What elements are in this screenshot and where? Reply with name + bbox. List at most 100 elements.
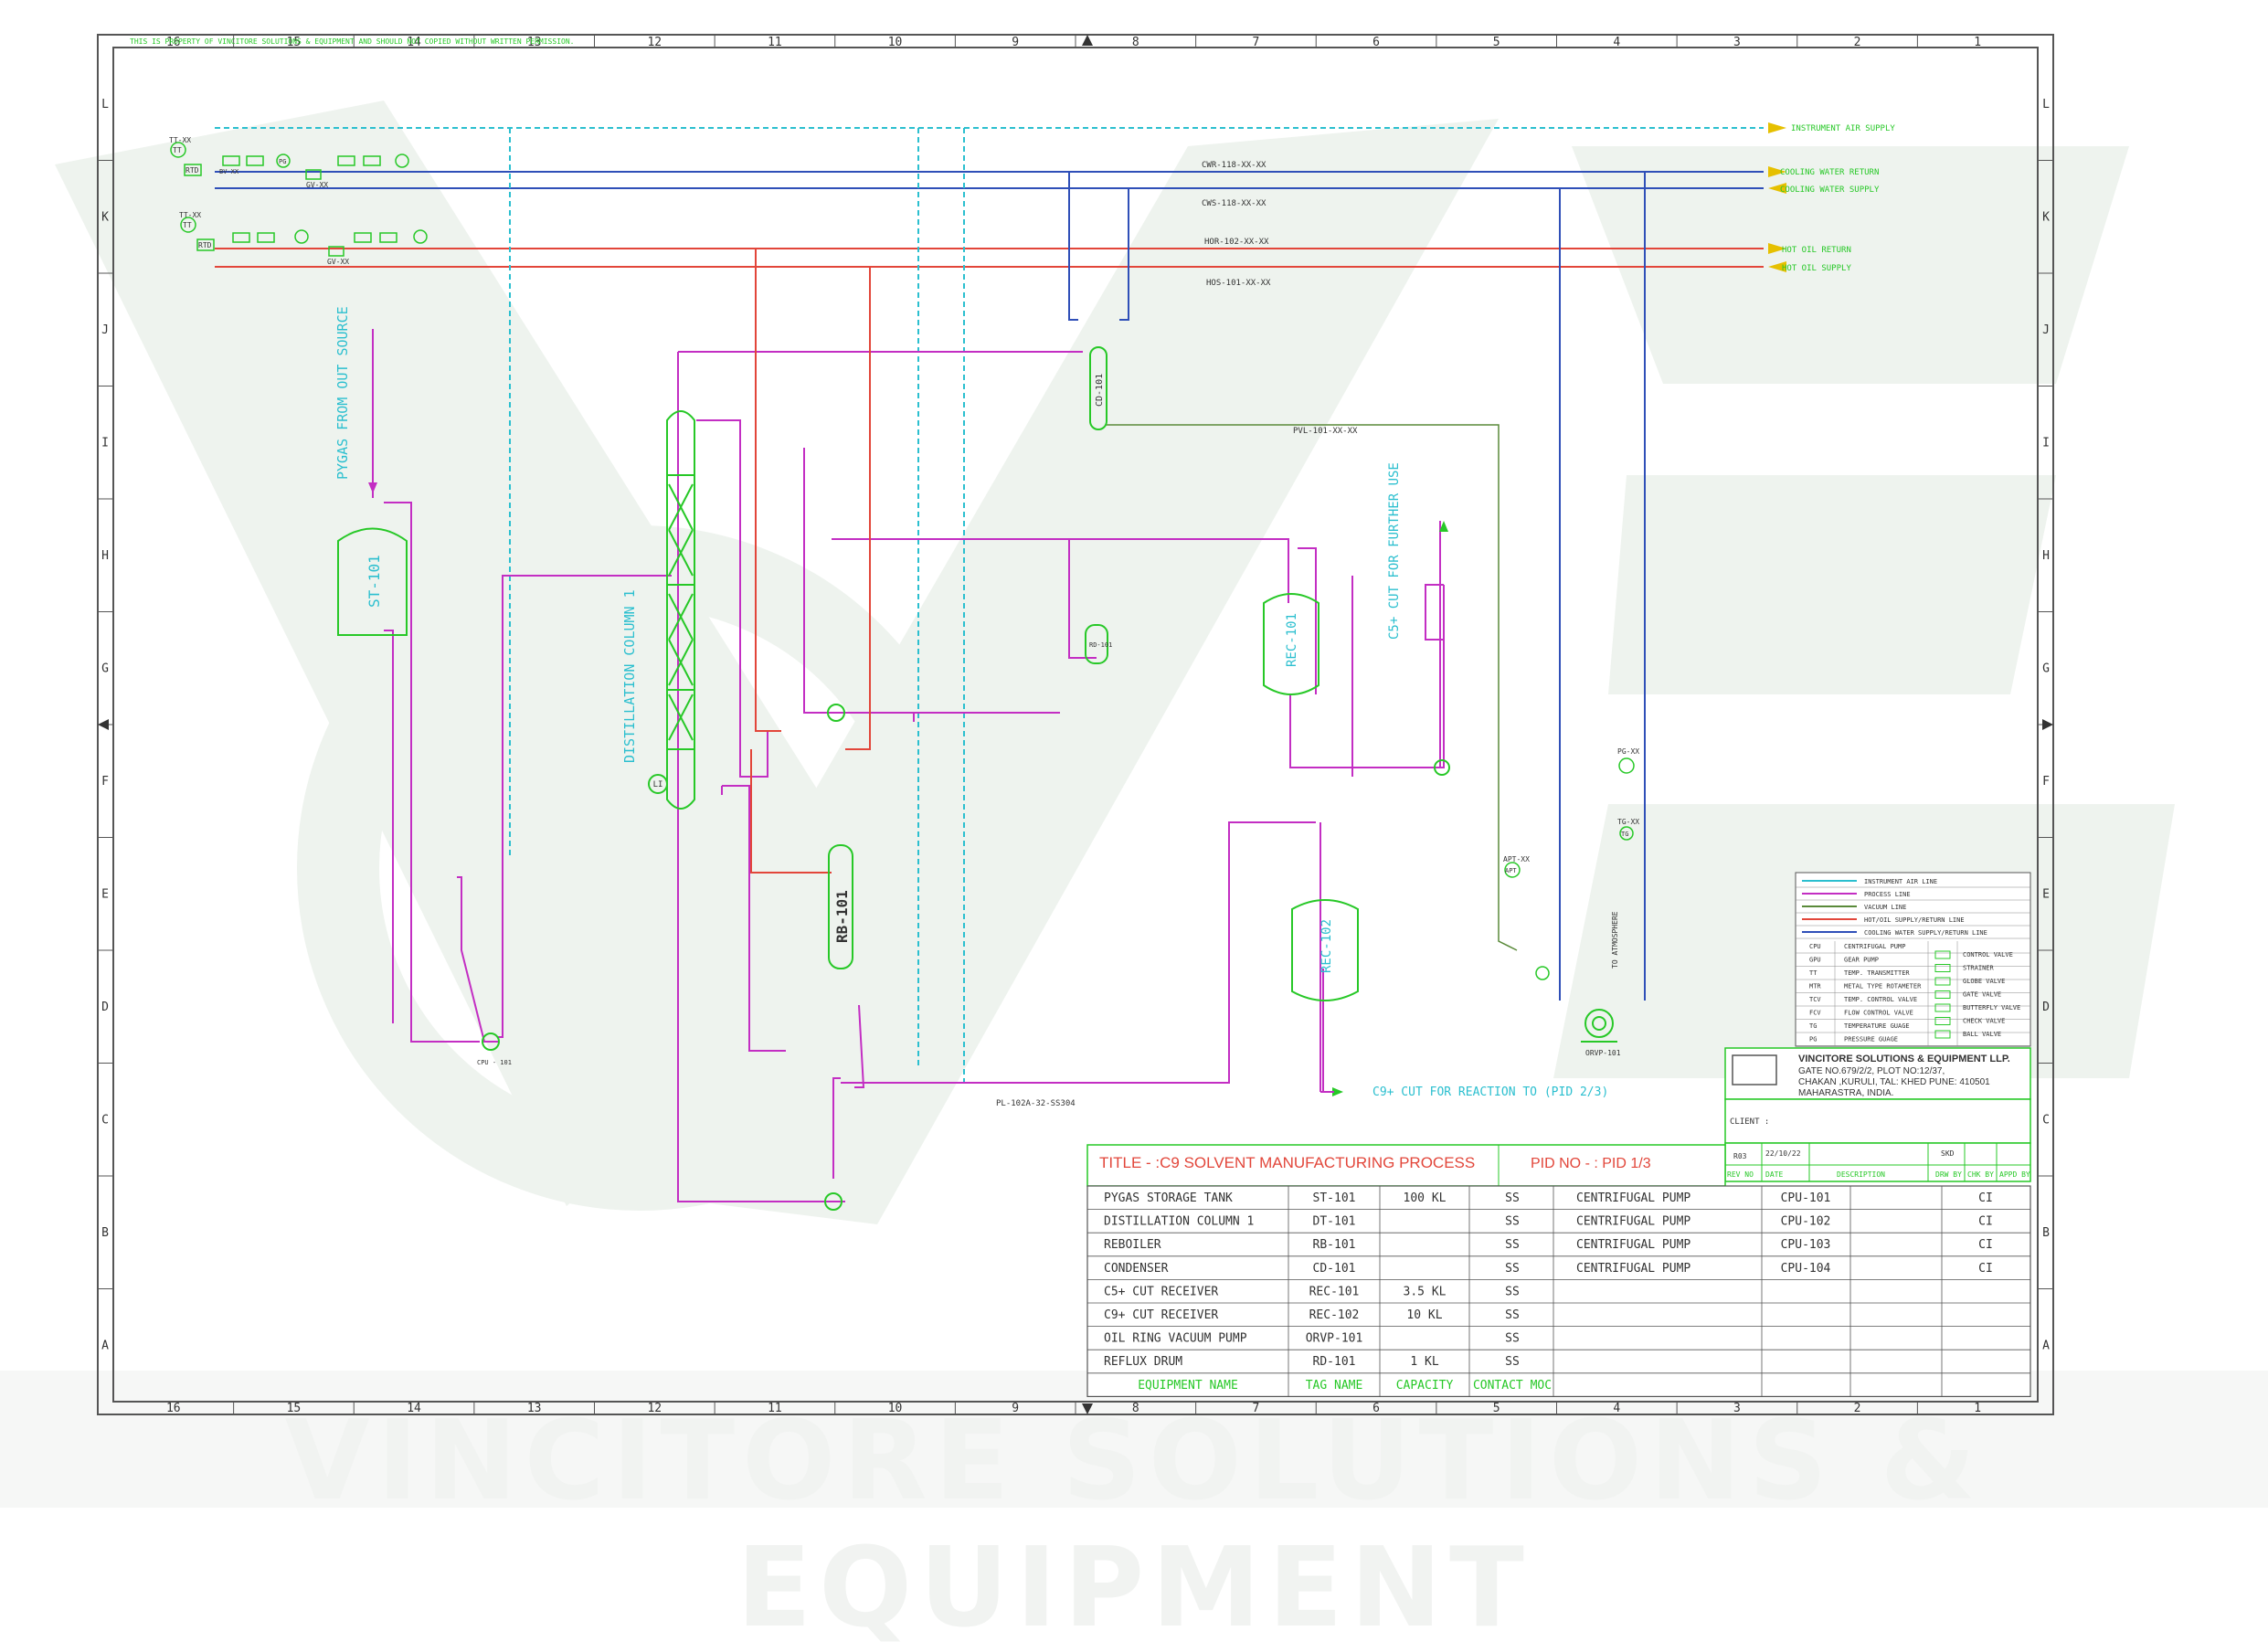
vacuum-pump-orvp101 bbox=[1581, 1009, 1617, 1043]
grid-column-label-bottom: 6 bbox=[1372, 1402, 1380, 1415]
pump-moc-cell: CI bbox=[1978, 1238, 1993, 1252]
client-label: CLIENT : bbox=[1730, 1117, 1769, 1127]
equipment-moc-cell: SS bbox=[1505, 1285, 1520, 1298]
pump-tag-cell: CPU-101 bbox=[1781, 1191, 1831, 1205]
grid-row-label-right: F bbox=[2042, 775, 2050, 789]
equipment-name-cell: C9+ CUT RECEIVER bbox=[1104, 1308, 1218, 1322]
legend-abbr-desc: TEMP. TRANSMITTER bbox=[1844, 969, 1910, 977]
legend-abbr-desc: FLOW CONTROL VALVE bbox=[1844, 1010, 1913, 1017]
label-rb101: RB-101 bbox=[833, 890, 851, 943]
equipment-tag-cell: RB-101 bbox=[1313, 1238, 1356, 1252]
pump-name-cell: CENTRIFUGAL PUMP bbox=[1576, 1238, 1690, 1252]
revision-date: 22/10/22 bbox=[1765, 1149, 1801, 1158]
grid-row-label-right: D bbox=[2042, 1001, 2050, 1014]
distillation-column-dt101 bbox=[648, 410, 695, 810]
gv-tag-1: GV-XX bbox=[306, 181, 328, 189]
equipment-name-cell: REFLUX DRUM bbox=[1104, 1355, 1182, 1369]
equipment-tag-cell: CD-101 bbox=[1313, 1262, 1356, 1276]
label-pygas-source: PYGAS FROM OUT SOURCE bbox=[334, 306, 351, 480]
equipment-name-cell: OIL RING VACUUM PUMP bbox=[1104, 1332, 1247, 1346]
legend-abbr-code: TG bbox=[1809, 1022, 1817, 1030]
label-hot-oil-supply: HOT OIL SUPPLY bbox=[1782, 264, 1851, 273]
legend-abbr-desc: GEAR PUMP bbox=[1844, 957, 1879, 964]
equipment-moc-cell: SS bbox=[1505, 1332, 1520, 1346]
equipment-moc-cell: SS bbox=[1505, 1308, 1520, 1322]
grid-row-label-left: A bbox=[101, 1339, 109, 1352]
legend-abbr-code: FCV bbox=[1809, 1010, 1821, 1017]
company-address-1: GATE NO.679/2/2, PLOT NO:12/37, bbox=[1798, 1066, 1945, 1076]
grid-row-label-left: G bbox=[101, 662, 109, 675]
legend-line-label: PROCESS LINE bbox=[1864, 891, 1911, 898]
legend-abbr-code: TCV bbox=[1809, 996, 1821, 1003]
pump-name-cell: CENTRIFUGAL PUMP bbox=[1576, 1215, 1690, 1229]
property-notice: THIS IS PROPERTY OF VINCITORE SOLUTIONS … bbox=[130, 37, 574, 46]
tt-label-2: TT bbox=[183, 221, 192, 229]
legend-abbr-desc: TEMPERATURE GUAGE bbox=[1844, 1022, 1910, 1030]
revision-header-label: REV NO bbox=[1727, 1170, 1754, 1179]
grid-row-label-right: E bbox=[2042, 887, 2050, 901]
company-address-3: MAHARASTRA, INDIA. bbox=[1798, 1088, 1893, 1098]
legend-box: INSTRUMENT AIR LINE PROCESS LINE VACUUM LI… bbox=[1795, 872, 2031, 1047]
process-lines bbox=[372, 329, 1445, 1202]
equipment-table: PYGAS STORAGE TANK ST-101 100 KL SS DISTILLA… bbox=[1086, 1185, 2031, 1397]
temperature-instrument-cluster-2 bbox=[180, 217, 428, 257]
legend-line-label: HOT/OIL SUPPLY/RETURN LINE bbox=[1864, 916, 1965, 924]
grid-row-label-right: B bbox=[2042, 1226, 2050, 1240]
equipment-moc-cell: SS bbox=[1505, 1215, 1520, 1229]
utility-lines bbox=[215, 127, 1764, 268]
legend-valve-label: STRAINER bbox=[1963, 965, 1995, 972]
tg-tag-right: TG-XX bbox=[1617, 818, 1639, 826]
grid-column-label-top: 3 bbox=[1733, 36, 1741, 49]
label-distillation-column: DISTILLATION COLUMN 1 bbox=[621, 589, 638, 763]
grid-row-label-left: I bbox=[101, 436, 109, 450]
label-rd101: RD-101 bbox=[1089, 641, 1112, 649]
pg-label-1: PG bbox=[279, 158, 286, 165]
grid-column-label-top: 11 bbox=[768, 36, 782, 49]
grid-column-label-bottom: 11 bbox=[768, 1402, 782, 1415]
legend-abbr-code: TT bbox=[1809, 969, 1818, 977]
legend-abbr-desc: METAL TYPE ROTAMETER bbox=[1844, 983, 1922, 990]
revision-number: R03 bbox=[1733, 1152, 1747, 1160]
pump-name-cell: CENTRIFUGAL PUMP bbox=[1576, 1191, 1690, 1205]
equipment-tag-cell: DT-101 bbox=[1313, 1215, 1356, 1229]
grid-row-label-left: K bbox=[101, 210, 109, 224]
equipment-moc-cell: SS bbox=[1505, 1238, 1520, 1252]
tag-hos: HOS-101-XX-XX bbox=[1206, 279, 1271, 288]
grid-column-label-bottom: 15 bbox=[287, 1402, 302, 1415]
equipment-tag-cell: REC-101 bbox=[1309, 1285, 1360, 1298]
equipment-name-cell: REBOILER bbox=[1104, 1238, 1161, 1252]
equipment-capacity-cell: 1 KL bbox=[1410, 1355, 1438, 1369]
grid-column-label-top: 10 bbox=[888, 36, 903, 49]
level-indicator-label: LI bbox=[653, 780, 663, 789]
legend-valve-label: CHECK VALVE bbox=[1963, 1018, 2005, 1025]
label-to-atmosphere: TO ATMOSPHERE bbox=[1611, 911, 1619, 969]
grid-row-label-left: L bbox=[101, 98, 109, 111]
grid-row-label-right: I bbox=[2042, 436, 2050, 450]
grid-column-label-bottom: 3 bbox=[1733, 1402, 1741, 1415]
label-cooling-water-return: COOLING WATER RETURN bbox=[1780, 168, 1879, 177]
grid-column-label-bottom: 9 bbox=[1012, 1402, 1019, 1415]
legend-abbr-desc: CENTRIFUGAL PUMP bbox=[1844, 943, 1905, 950]
label-c9-cut: C9+ CUT FOR REACTION TO (PID 2/3) bbox=[1372, 1085, 1608, 1099]
tag-hor: HOR-102-XX-XX bbox=[1204, 238, 1269, 247]
grid-row-label-left: H bbox=[101, 549, 109, 563]
tag-process-line: PL-102A-32-SS304 bbox=[996, 1099, 1076, 1108]
grid-column-label-bottom: 13 bbox=[527, 1402, 542, 1415]
bv-tag-1: BV-XX bbox=[219, 168, 239, 175]
label-rec102: REC-102 bbox=[1319, 919, 1334, 973]
grid-row-label-right: H bbox=[2042, 549, 2050, 563]
revision-header-label: DATE bbox=[1765, 1170, 1783, 1179]
grid-column-label-bottom: 5 bbox=[1493, 1402, 1500, 1415]
grid-column-label-top: 5 bbox=[1493, 36, 1500, 49]
legend-valve-label: GLOBE VALVE bbox=[1963, 978, 2005, 985]
pid-number: PID NO - : PID 1/3 bbox=[1531, 1156, 1651, 1171]
revision-header-label: CHK BY bbox=[1967, 1170, 1994, 1179]
legend-abbr-code: MTR bbox=[1809, 983, 1821, 990]
grid-column-label-top: 1 bbox=[1974, 36, 1981, 49]
equipment-capacity-cell: 10 KL bbox=[1406, 1308, 1442, 1322]
grid-column-label-bottom: 2 bbox=[1854, 1402, 1861, 1415]
equipment-name-cell: CONDENSER bbox=[1104, 1262, 1169, 1276]
legend-valve-label: BALL VALVE bbox=[1963, 1031, 2001, 1038]
grid-column-label-bottom: 4 bbox=[1613, 1402, 1620, 1415]
company-address-2: CHAKAN ,KURULI, TAL: KHED PUNE: 410501 bbox=[1798, 1077, 1990, 1087]
